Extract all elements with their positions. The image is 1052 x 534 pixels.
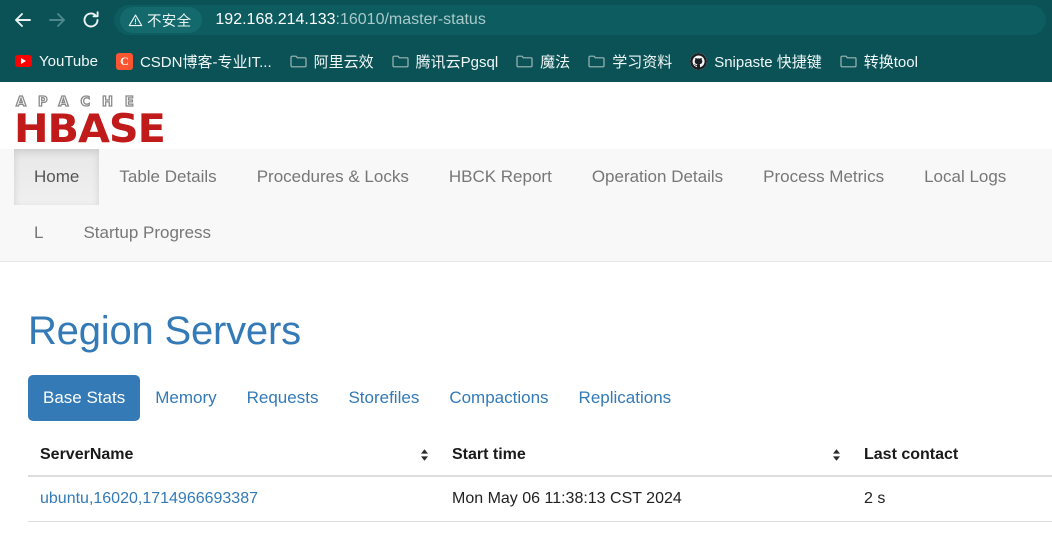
address-bar[interactable]: 不安全 192.168.214.133:16010/master-status — [114, 5, 1046, 35]
bookmarks-bar: YouTube C CSDN博客-专业IT... 阿里云效 腾讯云Pgsql 魔… — [0, 40, 1052, 82]
bookmark-label: 魔法 — [540, 53, 571, 71]
main-content: Region Servers Base Stats Memory Request… — [0, 262, 1052, 522]
primary-nav: Home Table Details Procedures & Locks HB… — [0, 149, 1052, 262]
bookmark-folder-tencent-pgsql[interactable]: 腾讯云Pgsql — [383, 47, 508, 76]
youtube-icon — [15, 53, 32, 70]
folder-icon — [290, 53, 307, 70]
arrow-left-icon — [15, 13, 31, 27]
tab-base-stats[interactable]: Base Stats — [28, 375, 141, 421]
nav-item-procedures-locks[interactable]: Procedures & Locks — [237, 149, 429, 205]
logo-hbase-text: HBASE — [14, 107, 166, 152]
forward-button[interactable] — [40, 3, 74, 37]
url-host: 192.168.214.133 — [215, 11, 336, 28]
bookmark-label: YouTube — [39, 52, 98, 70]
bookmark-folder-aliyunxiao[interactable]: 阿里云效 — [281, 47, 383, 76]
tab-replications[interactable]: Replications — [564, 375, 687, 421]
page-title: Region Servers — [28, 309, 301, 353]
folder-icon — [392, 53, 409, 70]
nav-item-process-metrics[interactable]: Process Metrics — [743, 149, 904, 205]
cell-last-contact: 2 s — [852, 476, 1052, 522]
tab-requests[interactable]: Requests — [232, 375, 334, 421]
bookmark-folder-mofa[interactable]: 魔法 — [507, 47, 579, 76]
hbase-logo[interactable]: APACHE HBASE — [0, 82, 1052, 149]
bookmark-label: CSDN博客-专业IT... — [139, 53, 272, 71]
region-servers-table: ServerName Start time Last contact ubunt… — [28, 435, 1052, 522]
bookmark-label: 腾讯云Pgsql — [415, 53, 499, 71]
server-link[interactable]: ubuntu,16020,1714966693387 — [40, 490, 258, 507]
table-row: ubuntu,16020,1714966693387 Mon May 06 11… — [28, 476, 1052, 522]
url-path: :16010/master-status — [335, 11, 486, 28]
reload-icon — [83, 11, 99, 28]
security-status-chip[interactable]: 不安全 — [120, 7, 203, 33]
nav-item-operation-details[interactable]: Operation Details — [572, 149, 743, 205]
bookmark-label: 学习资料 — [612, 53, 673, 71]
tab-storefiles[interactable]: Storefiles — [333, 375, 434, 421]
back-button[interactable] — [6, 3, 40, 37]
column-header-label: Start time — [452, 446, 526, 463]
cell-servername: ubuntu,16020,1714966693387 — [28, 476, 440, 522]
github-icon — [690, 52, 708, 70]
bookmark-folder-study[interactable]: 学习资料 — [579, 47, 681, 76]
browser-toolbar: 不安全 192.168.214.133:16010/master-status — [0, 0, 1052, 40]
bookmark-csdn[interactable]: C CSDN博客-专业IT... — [107, 47, 281, 76]
column-header-servername[interactable]: ServerName — [28, 435, 440, 477]
nav-item-truncated[interactable]: L — [14, 205, 63, 261]
browser-chrome: 不安全 192.168.214.133:16010/master-status … — [0, 0, 1052, 82]
nav-item-hbck-report[interactable]: HBCK Report — [429, 149, 572, 205]
column-header-start-time[interactable]: Start time — [440, 435, 852, 477]
region-servers-tabs: Base Stats Memory Requests Storefiles Co… — [28, 354, 1052, 421]
url-display[interactable]: 192.168.214.133:16010/master-status — [215, 11, 485, 29]
warning-triangle-icon — [128, 14, 143, 26]
sort-icon[interactable] — [419, 447, 430, 463]
nav-item-home[interactable]: Home — [14, 149, 100, 205]
sort-icon[interactable] — [831, 447, 842, 463]
arrow-right-icon — [49, 13, 65, 27]
nav-item-local-logs[interactable]: Local Logs — [904, 149, 1026, 205]
security-status-label: 不安全 — [147, 13, 192, 30]
cell-start-time: Mon May 06 11:38:13 CST 2024 — [440, 476, 852, 522]
bookmark-label: 转换tool — [863, 53, 918, 71]
nav-item-startup-progress[interactable]: Startup Progress — [63, 205, 231, 261]
nav-item-table-details[interactable]: Table Details — [99, 149, 236, 205]
reload-button[interactable] — [74, 3, 108, 37]
bookmark-label: 阿里云效 — [313, 53, 374, 71]
bookmark-folder-convert-tool[interactable]: 转换tool — [831, 47, 927, 76]
bookmark-snipaste[interactable]: Snipaste 快捷键 — [681, 47, 831, 76]
column-header-label: Last contact — [864, 446, 959, 463]
bookmark-label: Snipaste 快捷键 — [714, 53, 822, 71]
table-header-row: ServerName Start time Last contact — [28, 435, 1052, 477]
column-header-last-contact[interactable]: Last contact — [852, 435, 1052, 477]
table-header: ServerName Start time Last contact — [28, 435, 1052, 477]
csdn-icon: C — [115, 52, 133, 70]
folder-icon — [840, 53, 857, 70]
page-content: APACHE HBASE Home Table Details Procedur… — [0, 82, 1052, 522]
tab-compactions[interactable]: Compactions — [434, 375, 563, 421]
tab-memory[interactable]: Memory — [140, 375, 231, 421]
column-header-label: ServerName — [40, 446, 134, 463]
folder-icon — [588, 53, 605, 70]
folder-icon — [516, 53, 533, 70]
table-body: ubuntu,16020,1714966693387 Mon May 06 11… — [28, 476, 1052, 522]
bookmark-youtube[interactable]: YouTube — [6, 49, 107, 74]
